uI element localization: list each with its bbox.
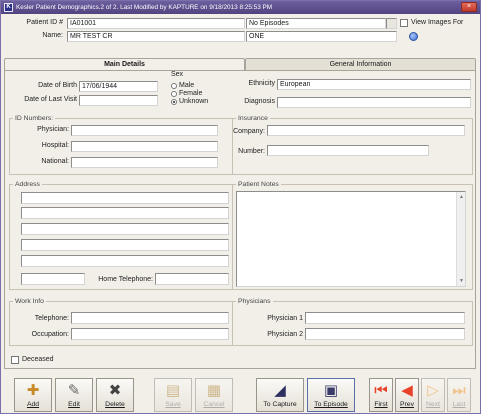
close-button[interactable]: × [461,2,477,12]
sex-unknown-label: Unknown [179,98,209,105]
next-record-icon: ▷ [427,382,439,399]
to-capture-button[interactable]: ◢ To Capture [256,378,304,412]
delete-button[interactable]: ✖ Delete [96,378,134,412]
patient-demographics-window: K Kesler Patient Demographics.2 of 2. La… [0,0,481,414]
edit-button[interactable]: ✎ Edit [55,378,93,412]
app-logo-icon: K [4,3,13,12]
patient-notes-textarea[interactable]: ▲ ▼ [236,191,466,287]
diagnosis-label: Diagnosis [244,98,275,105]
physician-1-field[interactable] [305,312,465,324]
occupation-label: Occupation: [31,331,69,338]
prev-record-icon: ◀ [401,382,413,399]
cancel-button[interactable]: ▦ Cancel [195,378,233,412]
last-visit-field[interactable] [79,95,158,106]
address-line-1[interactable] [21,192,229,204]
view-images-label: View Images For [411,19,464,26]
last-visit-label: Date of Last Visit [24,96,77,103]
name-field[interactable]: MR TEST CR [67,31,245,42]
view-images-checkbox[interactable] [400,19,408,27]
add-button[interactable]: ✚ Add [14,378,52,412]
delete-x-icon: ✖ [108,382,122,399]
patient-notes-title: Patient Notes [236,180,281,189]
physician-id-label: Physician: [37,126,69,133]
sex-female-radio[interactable] [171,91,177,97]
dob-field[interactable]: 17/06/1944 [79,81,158,92]
work-telephone-label: Telephone: [34,315,69,322]
sex-unknown-radio[interactable] [171,99,177,105]
address-line-5[interactable] [21,255,229,267]
patient-id-field[interactable]: IA01001 [67,18,245,29]
save-icon: ▤ [165,382,181,399]
physician-2-label: Physician 2 [267,331,303,338]
to-episode-button[interactable]: ▣ To Episode [307,378,355,412]
last-record-icon: ⏭ [452,382,466,399]
scroll-up-icon[interactable]: ▲ [458,193,465,201]
title-bar: K Kesler Patient Demographics.2 of 2. La… [1,1,480,14]
insurance-title: Insurance [236,114,270,123]
company-field[interactable] [267,125,465,136]
work-telephone-field[interactable] [71,312,229,324]
window-title: Kesler Patient Demographics.2 of 2. Last… [16,4,273,11]
name-extra-field[interactable]: ONE [246,31,397,42]
globe-icon[interactable] [409,32,418,41]
home-telephone-label: Home Telephone: [98,276,153,283]
work-info-title: Work Info [13,297,46,306]
episodes-field[interactable]: No Episodes [246,18,386,29]
ethnicity-label: Ethnicity [248,80,275,87]
save-button[interactable]: ▤ Save [154,378,192,412]
tab-general-information[interactable]: General Information [245,58,476,70]
physician-1-label: Physician 1 [267,315,303,322]
diagnosis-field[interactable] [277,97,471,108]
camera-icon: ◢ [274,382,286,399]
address-line-3[interactable] [21,223,229,235]
last-button[interactable]: ⏭ Last [447,378,471,412]
physician-2-field[interactable] [305,328,465,340]
occupation-field[interactable] [71,328,229,340]
insurance-number-field[interactable] [267,145,429,156]
home-telephone-field[interactable] [155,273,229,285]
national-id-label: National: [41,158,69,165]
edit-pencil-icon: ✎ [67,382,81,399]
episodes-dropdown-button[interactable] [386,18,397,29]
deceased-checkbox[interactable] [11,356,19,364]
next-button[interactable]: ▷ Next [421,378,445,412]
company-label: Company: [233,128,265,135]
id-numbers-title: ID Numbers: [13,114,56,123]
hospital-id-field[interactable] [71,141,218,152]
dob-label: Date of Birth [38,82,77,89]
physician-id-field[interactable] [71,125,218,136]
address-line-2[interactable] [21,207,229,219]
add-record-icon: ✚ [26,382,40,399]
toolbar: ✚ Add ✎ Edit ✖ Delete ▤ Save ▦ Cancel ◢ … [4,375,476,412]
ethnicity-field[interactable]: European [277,79,471,90]
scroll-down-icon[interactable]: ▼ [458,277,465,285]
notes-scrollbar[interactable]: ▲ ▼ [456,192,465,286]
insurance-number-label: Number: [238,148,265,155]
first-record-icon: ⏮ [374,382,388,399]
sex-label: Sex [171,71,184,78]
hospital-id-label: Hospital: [41,142,69,149]
deceased-label: Deceased [22,356,54,363]
postcode-field[interactable] [21,273,85,285]
address-title: Address [13,180,42,189]
cancel-icon: ▦ [206,382,222,399]
episode-folder-icon: ▣ [323,382,339,399]
address-line-4[interactable] [21,239,229,251]
patient-id-label: Patient ID # [26,19,63,26]
prev-button[interactable]: ◀ Prev [395,378,419,412]
national-id-field[interactable] [71,157,218,168]
name-label: Name: [42,32,63,39]
first-button[interactable]: ⏮ First [369,378,393,412]
physicians-title: Physicians [236,297,273,306]
sex-male-radio[interactable] [171,83,177,89]
